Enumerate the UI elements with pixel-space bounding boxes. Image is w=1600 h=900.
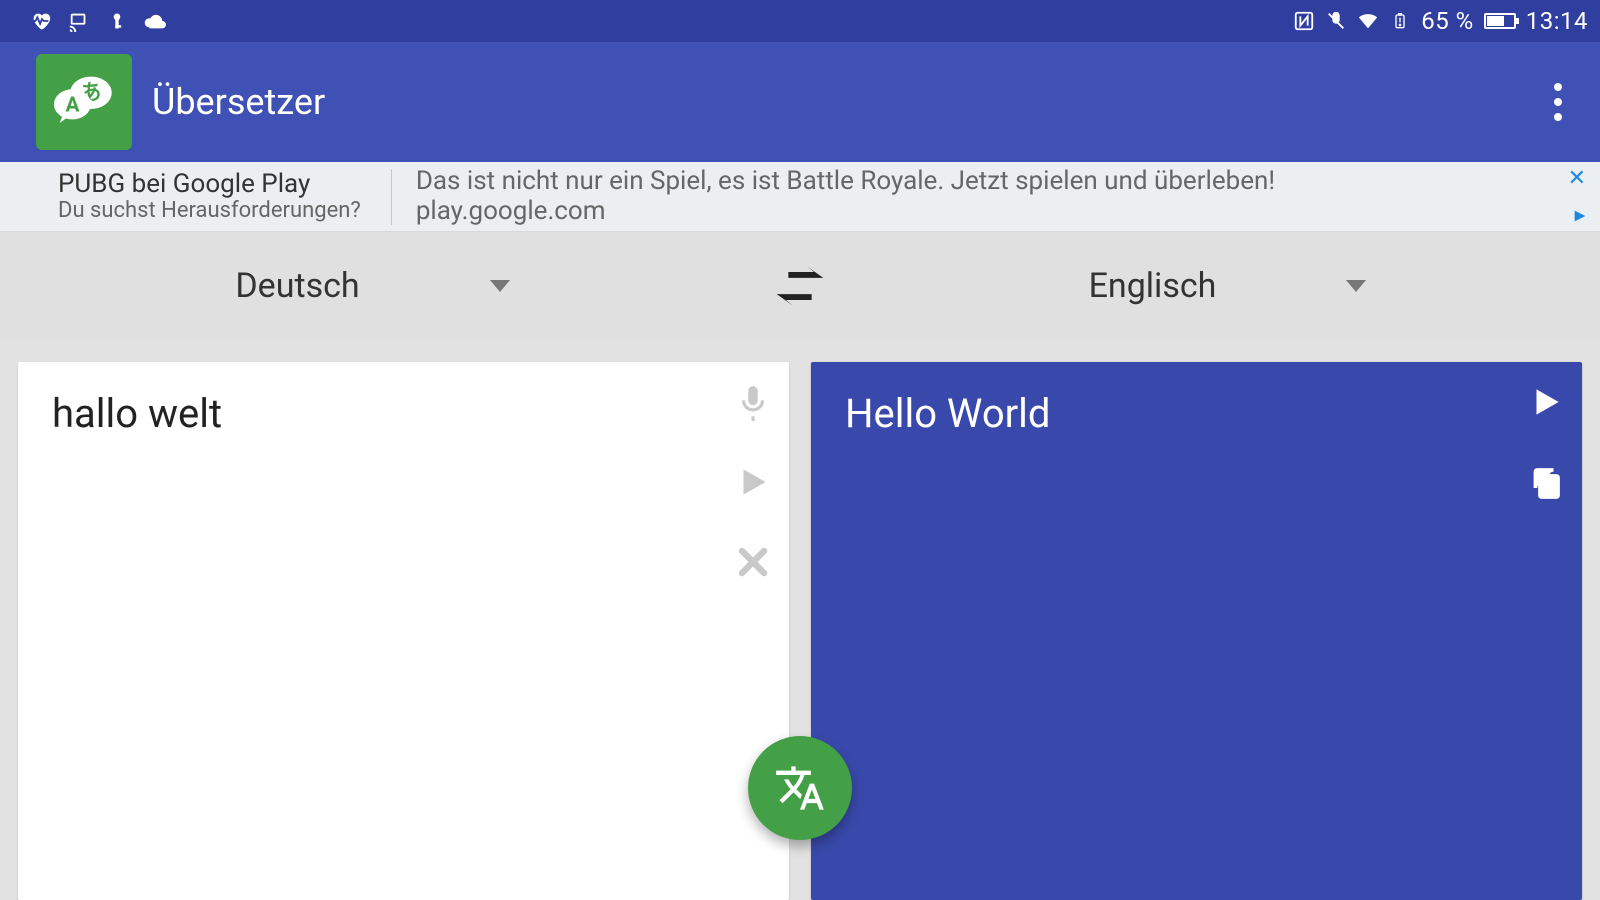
wifi-icon bbox=[1357, 10, 1379, 32]
copy-icon[interactable] bbox=[1526, 462, 1566, 502]
app-title: Übersetzer bbox=[152, 81, 325, 123]
translated-text: Hello World bbox=[811, 362, 1582, 465]
status-bar: 65 % 13:14 bbox=[0, 0, 1600, 42]
ad-body: Das ist nicht nur ein Spiel, es ist Batt… bbox=[416, 167, 1275, 197]
clock: 13:14 bbox=[1526, 7, 1588, 35]
chevron-down-icon bbox=[490, 280, 510, 292]
app-logo-icon: あ A bbox=[36, 54, 132, 150]
battery-icon bbox=[1484, 13, 1516, 29]
translate-fab-button[interactable] bbox=[748, 736, 852, 840]
key-icon bbox=[106, 10, 128, 32]
play-icon[interactable] bbox=[733, 462, 773, 502]
swap-languages-button[interactable] bbox=[745, 258, 855, 314]
clear-icon[interactable] bbox=[733, 542, 773, 582]
cloud-icon bbox=[144, 10, 166, 32]
output-panel: Hello World bbox=[811, 362, 1582, 900]
microphone-icon[interactable] bbox=[733, 382, 773, 422]
source-language-label: Deutsch bbox=[235, 266, 359, 306]
battery-alert-icon bbox=[1389, 10, 1411, 32]
chevron-down-icon bbox=[1346, 280, 1366, 292]
translation-panels: Hello World bbox=[0, 340, 1600, 900]
ad-info-icon[interactable] bbox=[1572, 208, 1588, 229]
battery-percent: 65 % bbox=[1421, 7, 1474, 35]
input-panel bbox=[18, 362, 789, 900]
ad-banner[interactable]: PUBG bei Google Play Du suchst Herausfor… bbox=[0, 162, 1600, 232]
heart-rate-icon bbox=[30, 10, 52, 32]
nfc-icon bbox=[1293, 10, 1315, 32]
target-language-select[interactable]: Englisch bbox=[855, 266, 1600, 306]
cast-icon bbox=[68, 10, 90, 32]
svg-text:A: A bbox=[65, 93, 79, 117]
ad-title: PUBG bei Google Play bbox=[58, 170, 361, 199]
source-language-select[interactable]: Deutsch bbox=[0, 266, 745, 306]
ad-subtitle: Du suchst Herausforderungen? bbox=[58, 199, 361, 223]
overflow-menu-button[interactable] bbox=[1536, 71, 1580, 133]
ad-close-icon[interactable]: ✕ bbox=[1568, 166, 1586, 191]
language-selector-row: Deutsch Englisch bbox=[0, 232, 1600, 340]
app-bar: あ A Übersetzer bbox=[0, 42, 1600, 162]
source-text-input[interactable] bbox=[18, 362, 789, 512]
play-icon[interactable] bbox=[1526, 382, 1566, 422]
ad-url: play.google.com bbox=[416, 197, 1275, 227]
mute-icon bbox=[1325, 10, 1347, 32]
target-language-label: Englisch bbox=[1089, 266, 1217, 306]
